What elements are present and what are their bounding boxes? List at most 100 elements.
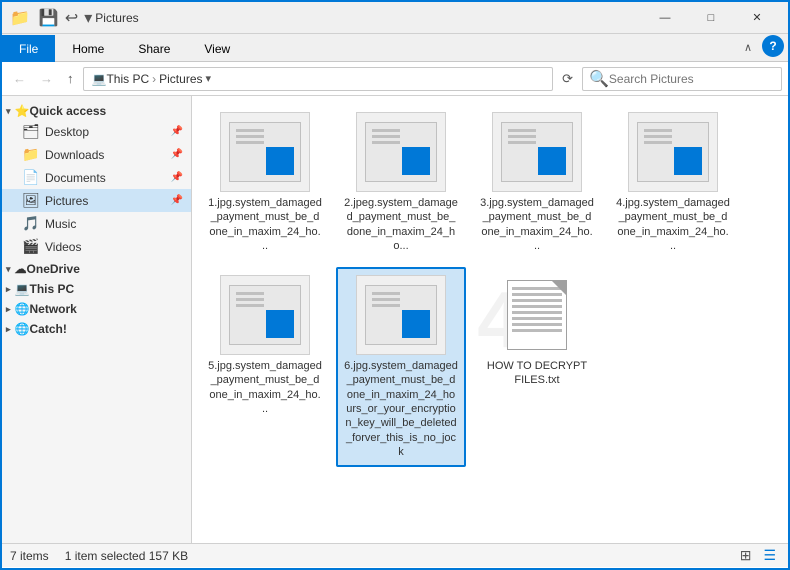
window-icon: 📁 [10, 8, 30, 28]
ribbon-tabs-row: File Home Share View ∧ ? [2, 34, 788, 61]
sidebar-pictures-label: Pictures [45, 194, 169, 208]
downloads-pin-icon: 📌 [171, 149, 183, 160]
qs-dropdown-icon: ▾ [84, 10, 92, 27]
address-path[interactable]: 💻 This PC › Pictures ▾ [83, 67, 554, 91]
list-view-button[interactable]: ☰ [759, 545, 780, 566]
sidebar-documents-label: Documents [45, 171, 169, 185]
file-thumbnail-4 [628, 112, 718, 192]
file-item-4[interactable]: 4.jpg.system_damaged_payment_must_be_don… [608, 104, 738, 261]
file-name-4: 4.jpg.system_damaged_payment_must_be_don… [616, 196, 730, 253]
network-expand-icon: ▸ [6, 304, 11, 315]
network-icon: 🌐 [15, 302, 30, 316]
quick-access-expand-icon: ▾ [6, 106, 11, 117]
file-item-7[interactable]: HOW TO DECRYPT FILES.txt [472, 267, 602, 467]
onedrive-icon: ☁ [15, 262, 27, 276]
sidebar-item-documents[interactable]: 📄 Documents 📌 [2, 166, 191, 189]
quick-access-star-icon: ⭐ [15, 104, 30, 118]
sidebar-desktop-label: Desktop [45, 125, 169, 139]
sidebar-item-pictures[interactable]: 🖼 Pictures 📌 [2, 189, 191, 212]
qs-dropdown-btn[interactable]: ▾ [81, 8, 95, 28]
file-name-7: HOW TO DECRYPT FILES.txt [480, 359, 594, 388]
file-thumbnail-1 [220, 112, 310, 192]
forward-button[interactable]: → [35, 67, 58, 90]
file-thumbnail-3 [492, 112, 582, 192]
catch-expand-icon: ▸ [6, 324, 11, 335]
tab-file[interactable]: File [2, 35, 55, 62]
documents-pin-icon: 📌 [171, 172, 183, 183]
file-item-2[interactable]: 2.jpeg.system_damaged_payment_must_be_do… [336, 104, 466, 261]
tab-share[interactable]: Share [121, 35, 187, 62]
sidebar-item-downloads[interactable]: 📁 Downloads 📌 [2, 143, 191, 166]
refresh-button[interactable]: ⟳ [557, 69, 578, 89]
path-separator-1: › [152, 72, 156, 86]
grid-view-button[interactable]: ⊞ [736, 545, 756, 566]
search-input[interactable] [609, 72, 775, 86]
sidebar: ▾ ⭐ Quick access 🗂 Desktop 📌 📁 Downloads… [2, 96, 192, 543]
ribbon: File Home Share View ∧ ? [2, 34, 788, 62]
file-name-5: 5.jpg.system_damaged_payment_must_be_don… [208, 359, 322, 416]
undo-btn[interactable]: ↩ [62, 8, 81, 28]
search-icon: 🔍 [589, 69, 609, 89]
up-button[interactable]: ↑ [62, 67, 79, 90]
file-item-3[interactable]: 3.jpg.system_damaged_payment_must_be_don… [472, 104, 602, 261]
catch-header[interactable]: ▸ 🌐 Catch! [2, 318, 191, 338]
close-button[interactable]: ✕ [734, 2, 780, 34]
videos-icon: 🎬 [22, 238, 40, 255]
selected-info: 1 item selected 157 KB [65, 549, 188, 563]
address-bar: ← → ↑ 💻 This PC › Pictures ▾ ⟳ 🔍 [2, 62, 788, 96]
thispc-label: This PC [29, 282, 74, 296]
thispc-header[interactable]: ▸ 💻 This PC [2, 278, 191, 298]
network-header[interactable]: ▸ 🌐 Network [2, 298, 191, 318]
thispc-icon: 💻 [15, 282, 30, 296]
file-item-1[interactable]: 1.jpg.system_damaged_payment_must_be_don… [200, 104, 330, 261]
desktop-pin-icon: 📌 [171, 126, 183, 137]
window-title: Pictures [95, 11, 642, 25]
file-item-5[interactable]: 5.jpg.system_damaged_payment_must_be_don… [200, 267, 330, 467]
txt-file-icon [507, 280, 567, 350]
help-button[interactable]: ? [762, 35, 784, 57]
tab-home[interactable]: Home [55, 35, 121, 62]
file-thumbnail-2 [356, 112, 446, 192]
thispc-expand-icon: ▸ [6, 284, 11, 295]
path-pc-icon: 💻 [92, 72, 107, 86]
quick-access-label: Quick access [29, 104, 106, 118]
back-button[interactable]: ← [8, 67, 31, 90]
status-bar: 7 items 1 item selected 157 KB ⊞ ☰ [2, 543, 788, 567]
minimize-button[interactable]: — [642, 2, 688, 34]
desktop-icon: 🗂 [22, 123, 40, 140]
file-name-3: 3.jpg.system_damaged_payment_must_be_don… [480, 196, 594, 253]
sidebar-item-music[interactable]: 🎵 Music [2, 212, 191, 235]
maximize-button[interactable]: □ [688, 2, 734, 34]
file-thumbnail-5 [220, 275, 310, 355]
onedrive-header[interactable]: ▾ ☁ OneDrive [2, 258, 191, 278]
sidebar-downloads-label: Downloads [45, 148, 169, 162]
sidebar-music-label: Music [45, 217, 183, 231]
quick-access-header[interactable]: ▾ ⭐ Quick access [2, 100, 191, 120]
sidebar-item-videos[interactable]: 🎬 Videos [2, 235, 191, 258]
network-label: Network [29, 302, 76, 316]
file-name-1: 1.jpg.system_damaged_payment_must_be_don… [208, 196, 322, 253]
sidebar-item-desktop[interactable]: 🗂 Desktop 📌 [2, 120, 191, 143]
item-count: 7 items [10, 549, 49, 563]
catch-icon: 🌐 [15, 322, 30, 336]
file-name-2: 2.jpeg.system_damaged_payment_must_be_do… [344, 196, 458, 253]
file-item-6[interactable]: 6.jpg.system_damaged_payment_must_be_don… [336, 267, 466, 467]
ribbon-collapse-btn[interactable]: ∧ [738, 37, 758, 58]
catch-label: Catch! [29, 322, 66, 336]
save-icon: 💾 [39, 10, 59, 27]
files-grid: 1.jpg.system_damaged_payment_must_be_don… [200, 104, 780, 467]
onedrive-expand-icon: ▾ [6, 264, 11, 275]
documents-icon: 📄 [22, 169, 40, 186]
file-name-6: 6.jpg.system_damaged_payment_must_be_don… [344, 359, 458, 459]
quick-save-btn[interactable]: 💾 [36, 8, 62, 28]
downloads-icon: 📁 [22, 146, 40, 163]
path-dropdown-btn[interactable]: ▾ [203, 72, 215, 85]
tab-view[interactable]: View [187, 35, 247, 62]
music-icon: 🎵 [22, 215, 40, 232]
path-this-pc: This PC [106, 72, 149, 86]
path-pictures: Pictures [159, 72, 202, 86]
pictures-icon: 🖼 [22, 192, 40, 209]
status-right: ⊞ ☰ [736, 545, 780, 566]
onedrive-label: OneDrive [27, 262, 80, 276]
search-box[interactable]: 🔍 [582, 67, 782, 91]
